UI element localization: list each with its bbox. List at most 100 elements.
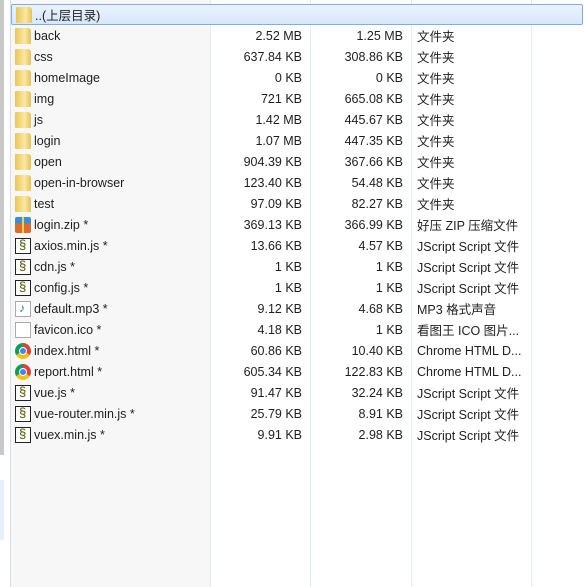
file-type: 文件夹 <box>417 72 455 86</box>
file-size: 0 KB <box>274 70 302 85</box>
packed-size: 4.68 KB <box>358 301 403 316</box>
file-name: favicon.ico * <box>34 322 102 337</box>
jscript-file-icon <box>15 426 31 443</box>
file-type: 文件夹 <box>417 114 455 128</box>
file-row[interactable]: axios.min.js * 13.66 KB 4.57 KB JScript … <box>11 235 584 256</box>
file-size: 60.86 KB <box>250 343 302 358</box>
file-row[interactable]: back 2.52 MB 1.25 MB 文件夹 <box>11 25 584 46</box>
jscript-file-icon <box>15 405 31 422</box>
packed-size: 445.67 KB <box>344 112 403 127</box>
file-name: css <box>34 49 53 64</box>
file-row[interactable]: login 1.07 MB 447.35 KB 文件夹 <box>11 130 584 151</box>
file-size: 4.18 KB <box>257 322 302 337</box>
file-name: vue.js * <box>34 385 75 400</box>
file-type: 文件夹 <box>417 135 455 149</box>
chrome-icon <box>15 342 31 359</box>
packed-size: 54.48 KB <box>351 175 403 190</box>
folder-icon <box>15 132 31 149</box>
packed-size: 0 KB <box>375 70 403 85</box>
file-row[interactable]: js 1.42 MB 445.67 KB 文件夹 <box>11 109 584 130</box>
file-size: 97.09 KB <box>250 196 302 211</box>
scrollbar[interactable] <box>0 0 4 455</box>
blank-file-icon <box>15 321 31 338</box>
file-row[interactable]: cdn.js * 1 KB 1 KB JScript Script 文件 <box>11 256 584 277</box>
file-type: 看图王 ICO 图片... <box>417 324 520 338</box>
folder-icon <box>15 153 31 170</box>
file-type: MP3 格式声音 <box>417 303 497 317</box>
packed-size: 4.57 KB <box>358 238 403 253</box>
file-type: JScript Script 文件 <box>417 387 520 401</box>
file-row[interactable]: report.html * 605.34 KB 122.83 KB Chrome… <box>11 361 584 382</box>
file-type: JScript Script 文件 <box>417 282 520 296</box>
file-size: 2.52 MB <box>255 28 302 43</box>
file-size: 1.07 MB <box>255 133 302 148</box>
file-row[interactable]: open-in-browser 123.40 KB 54.48 KB 文件夹 <box>11 172 584 193</box>
file-name: open-in-browser <box>34 175 125 190</box>
file-row[interactable]: test 97.09 KB 82.27 KB 文件夹 <box>11 193 584 214</box>
file-row[interactable]: vuex.min.js * 9.91 KB 2.98 KB JScript Sc… <box>11 424 584 445</box>
file-size: 25.79 KB <box>250 406 302 421</box>
file-row[interactable]: default.mp3 * 9.12 KB 4.68 KB MP3 格式声音 <box>11 298 584 319</box>
file-list: ..(上层目录) back 2.52 MB 1.25 MB 文件夹 css 637… <box>11 4 584 445</box>
packed-size: 665.08 KB <box>344 91 403 106</box>
folder-icon <box>15 27 31 44</box>
packed-size: 8.91 KB <box>358 406 403 421</box>
file-row[interactable]: favicon.ico * 4.18 KB 1 KB 看图王 ICO 图片... <box>11 319 584 340</box>
file-type: JScript Script 文件 <box>417 429 520 443</box>
packed-size: 1 KB <box>375 259 403 274</box>
file-type: JScript Script 文件 <box>417 261 520 275</box>
file-size: 1 KB <box>274 259 302 274</box>
file-name: ..(上层目录) <box>35 9 101 23</box>
file-row[interactable]: login.zip * 369.13 KB 366.99 KB 好压 ZIP 压… <box>11 214 584 235</box>
packed-size: 82.27 KB <box>351 196 403 211</box>
folder-icon <box>15 48 31 65</box>
file-size: 1 KB <box>274 280 302 295</box>
file-row[interactable]: css 637.84 KB 308.86 KB 文件夹 <box>11 46 584 67</box>
jscript-file-icon <box>15 384 31 401</box>
audio-file-icon <box>15 300 31 317</box>
file-name: login <box>34 133 61 148</box>
file-row[interactable]: img 721 KB 665.08 KB 文件夹 <box>11 88 584 109</box>
file-type: 文件夹 <box>417 198 455 212</box>
file-name: back <box>34 28 61 43</box>
file-type: Chrome HTML D... <box>417 364 522 379</box>
file-row[interactable]: config.js * 1 KB 1 KB JScript Script 文件 <box>11 277 584 298</box>
folder-icon <box>16 6 32 23</box>
file-type: 文件夹 <box>417 177 455 191</box>
file-row[interactable]: vue.js * 91.47 KB 32.24 KB JScript Scrip… <box>11 382 584 403</box>
file-type: 好压 ZIP 压缩文件 <box>417 219 519 233</box>
file-name: homeImage <box>34 70 101 85</box>
parent-directory-row[interactable]: ..(上层目录) <box>11 4 583 25</box>
file-type: JScript Script 文件 <box>417 240 520 254</box>
file-row[interactable]: index.html * 60.86 KB 10.40 KB Chrome HT… <box>11 340 584 361</box>
file-name: vue-router.min.js * <box>34 406 135 421</box>
zip-archive-icon <box>15 216 31 233</box>
file-row[interactable]: homeImage 0 KB 0 KB 文件夹 <box>11 67 584 88</box>
packed-size: 367.66 KB <box>344 154 403 169</box>
file-name: index.html * <box>34 343 100 358</box>
file-name: config.js * <box>34 280 89 295</box>
jscript-file-icon <box>15 237 31 254</box>
packed-size: 366.99 KB <box>344 217 403 232</box>
file-name: vuex.min.js * <box>34 427 105 442</box>
file-row[interactable]: open 904.39 KB 367.66 KB 文件夹 <box>11 151 584 172</box>
file-name: js <box>34 112 44 127</box>
file-size: 637.84 KB <box>243 49 302 64</box>
packed-size: 32.24 KB <box>351 385 403 400</box>
file-size: 721 KB <box>260 91 302 106</box>
file-row[interactable]: vue-router.min.js * 25.79 KB 8.91 KB JSc… <box>11 403 584 424</box>
file-size: 13.66 KB <box>250 238 302 253</box>
file-size: 123.40 KB <box>243 175 302 190</box>
packed-size: 122.83 KB <box>344 364 403 379</box>
file-size: 91.47 KB <box>250 385 302 400</box>
file-name: test <box>34 196 55 211</box>
file-type: JScript Script 文件 <box>417 408 520 422</box>
folder-icon <box>15 195 31 212</box>
file-size: 605.34 KB <box>243 364 302 379</box>
file-name: report.html * <box>34 364 103 379</box>
jscript-file-icon <box>15 279 31 296</box>
folder-icon <box>15 174 31 191</box>
file-type: 文件夹 <box>417 30 455 44</box>
file-type: 文件夹 <box>417 51 455 65</box>
file-size: 1.42 MB <box>255 112 302 127</box>
